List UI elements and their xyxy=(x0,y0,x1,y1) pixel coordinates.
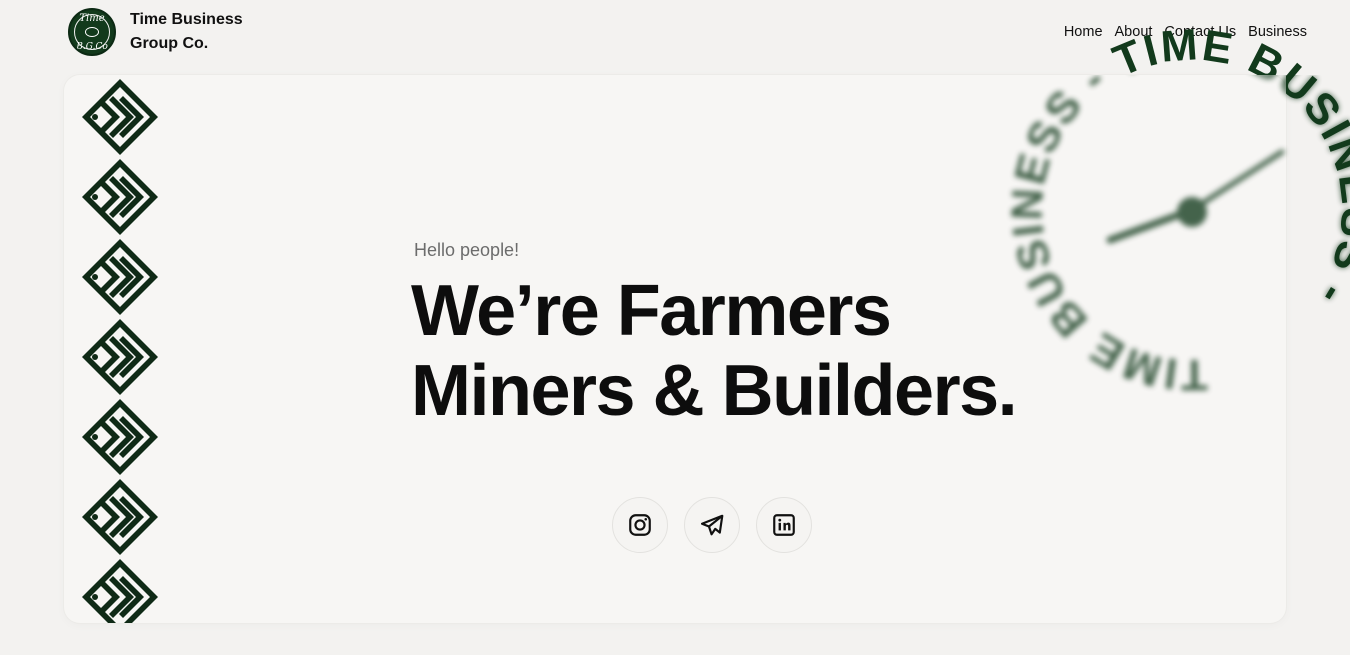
diamond-pattern xyxy=(81,78,161,623)
main-nav: Home About Contact Us Business xyxy=(1064,22,1307,42)
hero-greeting: Hello people! xyxy=(414,240,520,260)
hero-card: Hello people! We’re Farmers Miners & Bui… xyxy=(64,75,1286,623)
brand-name: Time Business Group Co. xyxy=(130,8,255,56)
brand-name-line2: Group Co. xyxy=(130,35,209,52)
diamond-chevron-icon xyxy=(82,479,158,555)
diamond-chevron-icon xyxy=(82,159,158,235)
nav-home[interactable]: Home xyxy=(1064,22,1103,42)
brand-name-line1: Time Business xyxy=(130,11,243,28)
instagram-button[interactable] xyxy=(612,497,668,553)
linkedin-icon xyxy=(773,514,795,536)
telegram-icon xyxy=(700,514,724,536)
logo-text-top: Time xyxy=(79,13,105,24)
diamond-chevron-icon xyxy=(82,399,158,475)
page: Time B.G.Co Time Business Group Co. Home… xyxy=(0,0,1350,655)
nav-about[interactable]: About xyxy=(1115,22,1153,42)
brand-logo: Time B.G.Co xyxy=(68,8,116,56)
logo-text-bottom: B.G.Co xyxy=(76,42,108,52)
brand-link[interactable]: Time B.G.Co Time Business Group Co. xyxy=(68,8,255,56)
diamond-chevron-icon xyxy=(82,559,158,623)
hero-headline: We’re Farmers Miners & Builders. xyxy=(411,271,1018,431)
hero-headline-line1: We’re Farmers xyxy=(411,271,892,351)
logo-emblem-icon xyxy=(85,27,99,37)
instagram-icon xyxy=(629,514,651,536)
nav-business[interactable]: Business xyxy=(1248,22,1307,42)
telegram-button[interactable] xyxy=(684,497,740,553)
nav-contact-us[interactable]: Contact Us xyxy=(1164,22,1236,42)
hero-headline-line2: Miners & Builders. xyxy=(411,351,1018,431)
social-links xyxy=(612,497,828,553)
diamond-chevron-icon xyxy=(82,79,158,155)
diamond-chevron-icon xyxy=(82,239,158,315)
diamond-chevron-icon xyxy=(82,319,158,395)
linkedin-button[interactable] xyxy=(756,497,812,553)
